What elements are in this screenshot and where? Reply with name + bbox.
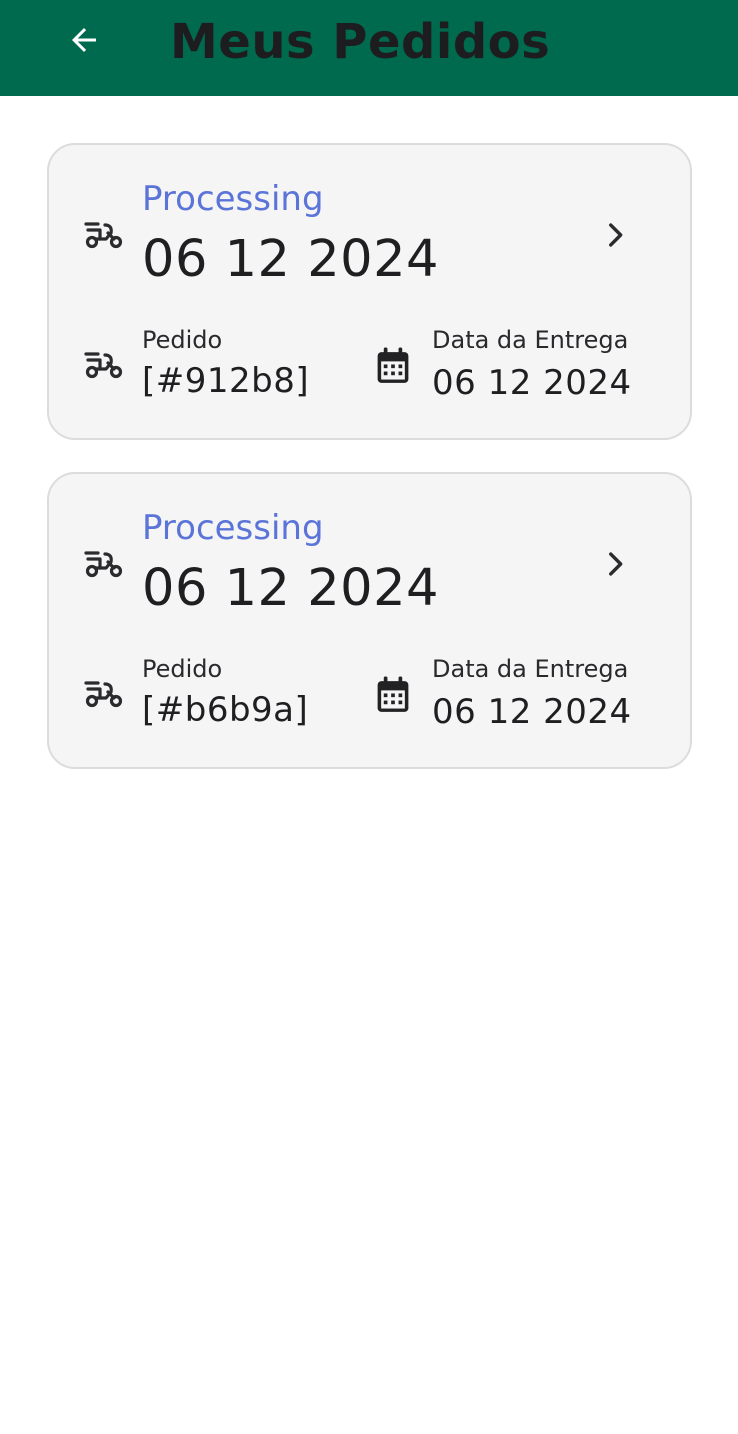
scooter-icon [81, 347, 125, 383]
order-list: Processing 06 12 2024 Pedido [#912b8] Da… [47, 143, 692, 801]
order-number: [#912b8] [142, 361, 310, 401]
order-date: 06 12 2024 [142, 230, 440, 289]
delivery-date-label: Data da Entrega [432, 326, 629, 354]
order-number-label: Pedido [142, 655, 223, 683]
scooter-icon [81, 676, 125, 712]
order-status: Processing [142, 179, 324, 219]
scooter-icon [81, 217, 125, 253]
order-card[interactable]: Processing 06 12 2024 Pedido [#b6b9a] Da… [47, 472, 692, 769]
order-status: Processing [142, 508, 324, 548]
order-card[interactable]: Processing 06 12 2024 Pedido [#912b8] Da… [47, 143, 692, 440]
delivery-date: 06 12 2024 [432, 363, 632, 403]
arrow-left-icon [66, 22, 102, 62]
order-number-label: Pedido [142, 326, 223, 354]
chevron-right-icon[interactable] [595, 544, 635, 584]
order-date: 06 12 2024 [142, 559, 440, 618]
order-number: [#b6b9a] [142, 690, 309, 730]
scooter-icon [81, 546, 125, 582]
app-bar: Meus Pedidos [0, 0, 738, 96]
calendar-icon [373, 674, 413, 716]
calendar-icon [373, 345, 413, 387]
delivery-date-label: Data da Entrega [432, 655, 629, 683]
page-title: Meus Pedidos [170, 14, 551, 70]
back-button[interactable] [60, 20, 108, 64]
delivery-date: 06 12 2024 [432, 692, 632, 732]
chevron-right-icon[interactable] [595, 215, 635, 255]
